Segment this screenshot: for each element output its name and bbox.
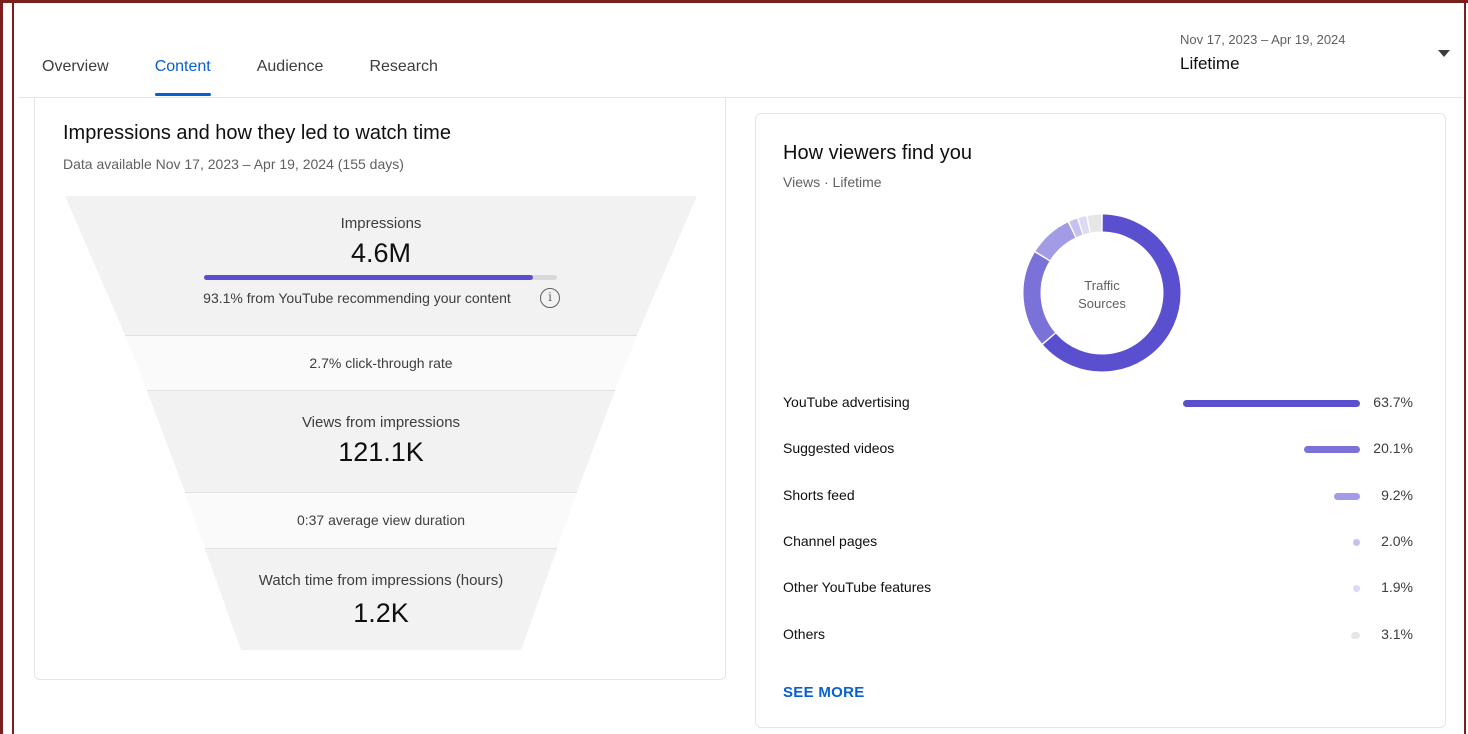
traffic-source-percent: 20.1%	[1373, 440, 1413, 457]
impressions-card-title: Impressions and how they led to watch ti…	[63, 122, 451, 144]
traffic-source-row: Others 3.1%	[783, 624, 1413, 648]
traffic-source-name: YouTube advertising	[783, 394, 910, 410]
traffic-source-percent: 3.1%	[1381, 625, 1413, 642]
traffic-source-name: Shorts feed	[783, 486, 855, 503]
avg-duration-text: 0:37 average view duration	[296, 512, 466, 528]
traffic-source-row: Channel pages 2.0%	[783, 531, 1413, 555]
watch-time-value: 1.2K	[353, 598, 409, 628]
donut-slice[interactable]	[1087, 214, 1102, 233]
traffic-source-name: Other YouTube features	[783, 579, 932, 596]
tab-audience[interactable]: Audience	[257, 58, 324, 96]
impressions-card: Impressions and how they led to watch ti…	[34, 98, 726, 680]
analytics-header: Overview Content Audience Research Nov 1…	[18, 8, 1463, 98]
donut-label-line1: Traffic	[1084, 278, 1120, 293]
date-range-value: Lifetime	[1180, 54, 1240, 73]
impressions-funnel	[65, 196, 697, 650]
tab-bar: Overview Content Audience Research	[42, 58, 484, 96]
traffic-source-row: Shorts feed 9.2%	[783, 485, 1413, 509]
info-icon[interactable]: i	[540, 288, 560, 308]
donut-slice[interactable]	[1069, 218, 1083, 238]
views-label: Views from impressions	[301, 414, 461, 431]
date-range-picker[interactable]: Nov 17, 2023 – Apr 19, 2024 Lifetime	[1180, 32, 1450, 82]
traffic-source-bar	[1353, 538, 1360, 546]
traffic-source-name: Channel pages	[783, 532, 878, 549]
traffic-sources-card: How viewers find you Views · Lifetime Tr…	[755, 113, 1446, 728]
traffic-source-bar	[1351, 631, 1360, 639]
traffic-source-row: Other YouTube features 1.9%	[783, 577, 1413, 601]
traffic-source-percent: 9.2%	[1381, 486, 1413, 503]
traffic-source-name: Others	[783, 625, 826, 642]
traffic-source-bar	[1304, 446, 1360, 454]
donut-center-label: Traffic Sources	[1019, 277, 1185, 313]
traffic-source-percent: 1.9%	[1381, 579, 1413, 596]
dropdown-caret-icon[interactable]	[1438, 50, 1450, 57]
recommend-text: 93.1% from YouTube recommending your con…	[203, 290, 511, 306]
see-more-link[interactable]: SEE MORE	[783, 684, 865, 701]
date-range-text: Nov 17, 2023 – Apr 19, 2024	[1180, 32, 1346, 47]
tab-research[interactable]: Research	[369, 58, 437, 96]
traffic-source-percent: 2.0%	[1381, 532, 1413, 549]
impressions-value: 4.6M	[350, 238, 412, 268]
donut-slice[interactable]	[1035, 222, 1076, 261]
tab-content[interactable]: Content	[154, 58, 211, 96]
traffic-source-row: Suggested videos 20.1%	[783, 438, 1413, 462]
donut-slice[interactable]	[1078, 216, 1090, 235]
traffic-card-subtitle: Views · Lifetime	[783, 174, 882, 190]
recommend-progress-bar	[204, 275, 557, 280]
traffic-source-row: YouTube advertising 63.7%	[783, 392, 1413, 416]
traffic-source-bar	[1334, 492, 1360, 500]
tab-overview[interactable]: Overview	[42, 58, 109, 96]
impressions-card-subtitle: Data available Nov 17, 2023 – Apr 19, 20…	[63, 156, 404, 172]
traffic-source-bar	[1353, 585, 1360, 593]
views-value: 121.1K	[338, 437, 424, 467]
frame-right-border	[1464, 0, 1466, 734]
donut-label-line2: Sources	[1078, 296, 1126, 311]
ctr-text: 2.7% click-through rate	[309, 355, 453, 371]
recommend-progress-fill	[204, 275, 533, 280]
watch-time-label: Watch time from impressions (hours)	[258, 572, 504, 589]
traffic-source-name: Suggested videos	[783, 440, 895, 457]
traffic-card-title: How viewers find you	[783, 142, 972, 164]
impressions-label: Impressions	[340, 215, 422, 232]
traffic-source-percent: 63.7%	[1373, 394, 1413, 410]
traffic-source-bar	[1183, 400, 1360, 407]
frame-left-border	[12, 0, 14, 734]
